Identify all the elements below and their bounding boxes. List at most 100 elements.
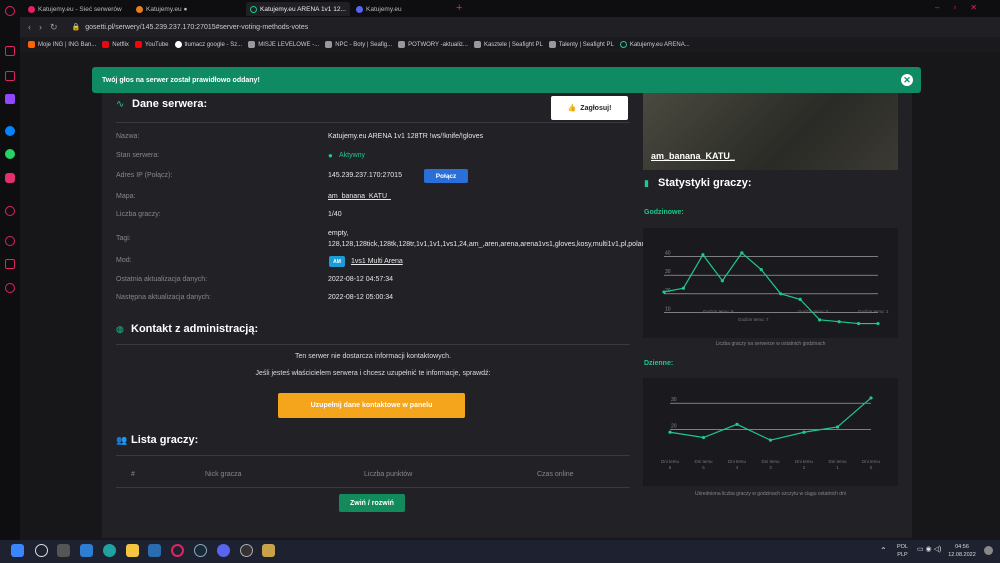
x-tick-label: Dni temu [828, 459, 847, 464]
data-point [681, 286, 686, 290]
x-tick-label: Dni temu [862, 459, 881, 464]
history-icon[interactable] [5, 236, 15, 246]
success-alert: Twój głos na serwer został prawidłowo od… [92, 67, 921, 93]
player-icon[interactable] [5, 206, 15, 216]
vote-button[interactable]: 👍 Zagłosuj! [551, 96, 628, 120]
data-point [759, 268, 763, 272]
new-tab-button[interactable]: + [456, 2, 462, 14]
hourly-title: Godzinowe: [644, 209, 684, 216]
bookmark[interactable]: NPC - Boty | Seafig... [325, 41, 392, 48]
discord-icon [356, 5, 363, 13]
bookmark[interactable]: MISJE LEVELOWE -... [248, 41, 319, 48]
y-tick-label: 20 [671, 424, 677, 430]
map-link[interactable]: am_banana_KATU_ [328, 193, 391, 200]
messenger-icon[interactable] [5, 126, 15, 136]
shopping-icon[interactable] [5, 71, 15, 81]
bookmark[interactable]: Talenty | Seafight PL [548, 41, 614, 48]
row-label: Ostatnia aktualizacja danych: [116, 276, 208, 283]
nav-buttons[interactable]: ‹›↻ [28, 22, 66, 33]
task-view-icon[interactable] [57, 544, 70, 557]
google-icon [174, 41, 182, 48]
opera-icon [28, 5, 35, 13]
users-icon: 👥 [116, 435, 128, 445]
store-icon[interactable] [148, 544, 161, 557]
tray-chevron-icon[interactable]: ⌃ [880, 546, 887, 555]
mod-link[interactable]: 1vs1 Multi Arena [351, 258, 403, 265]
data-point [856, 321, 861, 326]
netflix-icon [102, 41, 110, 48]
tab-2[interactable]: Katujemy.eu ● [132, 2, 244, 16]
mod-badge: AM [329, 256, 345, 267]
tray-icons[interactable]: ▭ ◉ ◁) [917, 545, 941, 553]
browser-sidebar [0, 0, 20, 540]
notification-icon[interactable] [984, 546, 993, 555]
obs-icon[interactable] [240, 544, 253, 557]
daily-caption: Uśredniona liczba graczy w godzinach szc… [695, 491, 846, 497]
edge-icon[interactable] [103, 544, 116, 557]
x-tick-label: Dni temu [694, 459, 713, 464]
opera-menu-icon[interactable] [5, 6, 15, 16]
twitch-icon[interactable] [5, 94, 15, 104]
bookmark[interactable]: Moje ING | ING Ban... [28, 41, 96, 48]
data-point [818, 318, 822, 322]
tab-3-active[interactable]: Katujemy.eu ARENA 1v1 12... [246, 2, 350, 16]
data-point [779, 292, 783, 296]
clock[interactable]: 04:56 12.08.2022 [945, 543, 979, 559]
connect-button[interactable]: Połącz [424, 169, 468, 183]
calculator-icon[interactable] [80, 544, 93, 557]
close-icon[interactable]: ✕ [901, 74, 913, 86]
steam-icon[interactable] [194, 544, 207, 557]
extensions-icon[interactable] [5, 259, 15, 269]
daily-chart-box: 20 30 Dni temu 6 Dni temu 5 Dni temu 4 Dni temu 3… [643, 378, 898, 486]
bookmark[interactable]: Katujemy.eu ARENA... [619, 41, 690, 48]
window-controls[interactable]: –▫✕ [935, 3, 991, 12]
pulse-icon: ∿ [116, 99, 125, 110]
table-divider [116, 487, 630, 488]
whatsapp-icon[interactable] [5, 149, 15, 159]
address-bar: ‹›↻ 🔒 gosetti.pl/serwery/145.239.237.170… [20, 17, 1000, 37]
start-icon[interactable] [11, 544, 24, 557]
discord-icon[interactable] [217, 544, 230, 557]
bookmark[interactable]: tłumacz google - Sz... [174, 41, 242, 48]
thumbs-up-icon: 👍 [567, 105, 577, 112]
row-label: Następna aktualizacja danych: [116, 294, 211, 301]
page-icon [548, 41, 556, 48]
tab-4[interactable]: Katujemy.eu [352, 2, 448, 16]
csgo-icon[interactable] [262, 544, 275, 557]
bar-chart-icon: ▮ [644, 178, 649, 188]
data-point [876, 321, 880, 326]
contact-info: Ten serwer nie dostarcza informacji kont… [294, 353, 451, 360]
opera-icon[interactable] [171, 544, 184, 557]
instagram-icon[interactable] [5, 173, 15, 183]
y-tick-label: 10 [665, 306, 671, 312]
toggle-list-button[interactable]: Zwiń / rozwiń [339, 494, 405, 512]
speed-dial-icon[interactable] [5, 46, 15, 56]
bookmark[interactable]: POTWORY -aktualiz... [398, 41, 468, 48]
language-indicator[interactable]: POL PLP [897, 543, 908, 559]
url-field[interactable]: gosetti.pl/serwery/145.239.237.170:27015… [85, 24, 308, 31]
youtube-icon [134, 41, 142, 48]
bookmark[interactable]: YouTube [134, 41, 169, 48]
settings-icon[interactable] [5, 283, 15, 293]
fill-contact-button[interactable]: Uzupełnij dane kontaktowe w panelu [278, 393, 465, 418]
row-label: Stan serwera: [116, 152, 160, 159]
col-header: Liczba punktów [364, 471, 413, 478]
bookmark[interactable]: Netflix [102, 41, 129, 48]
data-point [701, 253, 705, 257]
x-tick-label: Dni temu [795, 459, 814, 464]
bookmark[interactable]: Kasztele | Seafight PL [473, 41, 543, 48]
divider [116, 122, 630, 123]
explorer-icon[interactable] [126, 544, 139, 557]
server-status: Aktywny [339, 152, 366, 159]
page-icon [473, 41, 481, 48]
contact-hint: Jeśli jesteś właścicielem serwera i chce… [255, 370, 491, 377]
tab-1[interactable]: Katujemy.eu - Sieć serwerów [24, 2, 130, 16]
hourly-chart: 10203040Godzin temu: 9Godzin temu: 7Godz… [662, 251, 889, 326]
y-tick-label: 30 [665, 269, 671, 275]
search-icon[interactable] [35, 544, 48, 557]
page-icon [325, 41, 333, 48]
map-caption[interactable]: am_banana_KATU_ [651, 151, 735, 161]
data-point [701, 435, 706, 440]
data-point [835, 425, 840, 429]
series-line [663, 251, 878, 325]
